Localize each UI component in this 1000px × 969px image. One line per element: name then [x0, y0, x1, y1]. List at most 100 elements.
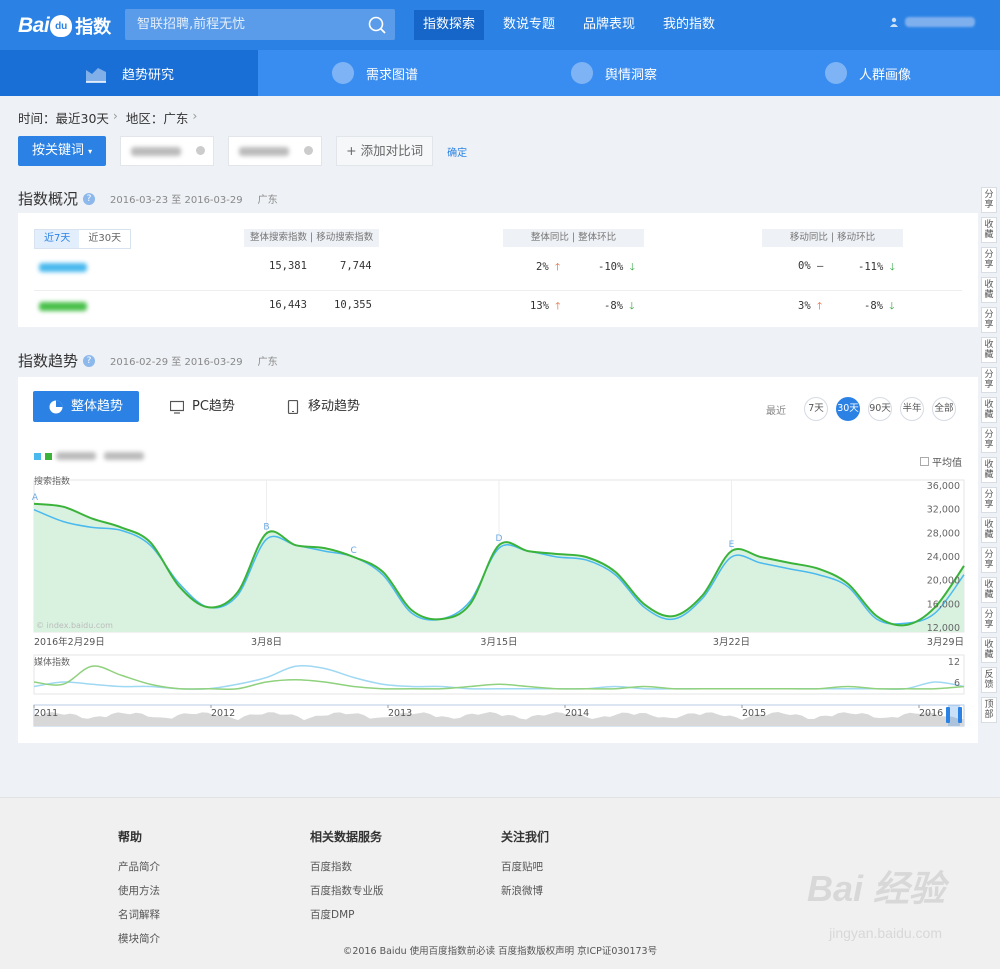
- nav-brand-performance[interactable]: 品牌表现: [574, 10, 644, 40]
- x-tick-label: 3月22日: [713, 637, 750, 648]
- y-tick-label: 20,000: [927, 576, 960, 587]
- mobile-yoy-1: 0% —: [798, 260, 823, 272]
- side-tool-分享[interactable]: 分 享: [981, 187, 997, 213]
- tab-audience-profile[interactable]: 人群画像: [736, 50, 1000, 96]
- range-7-days[interactable]: 7天: [804, 397, 828, 421]
- pc-trend-button[interactable]: PC趋势: [170, 391, 235, 422]
- side-tool-收藏[interactable]: 收 藏: [981, 337, 997, 363]
- side-tool-分享[interactable]: 分 享: [981, 487, 997, 513]
- mobile-mom-1: -11% 🡓: [858, 260, 895, 277]
- trend-chart-icon: [85, 68, 106, 83]
- side-tool-分享[interactable]: 分 享: [981, 367, 997, 393]
- help-icon[interactable]: ?: [83, 192, 96, 205]
- x-tick-label: 2016年2月29日: [34, 636, 105, 648]
- keyword-box-1[interactable]: [120, 136, 215, 166]
- time-filter[interactable]: 时间：最近30天: [18, 108, 109, 127]
- range-90-days[interactable]: 90天: [868, 397, 892, 421]
- jingyan-watermark: Bai 经验: [806, 868, 945, 909]
- mobile-trend-button[interactable]: 移动趋势: [286, 391, 360, 422]
- baidu-index-logo[interactable]: Bai du 指数: [18, 12, 111, 40]
- footer-link[interactable]: 使用方法: [118, 883, 160, 898]
- nav-my-index[interactable]: 我的指数: [654, 10, 724, 40]
- nav-index-explore[interactable]: 指数探索: [414, 10, 485, 40]
- keyword-mode-button[interactable]: 按关键词 ▾: [18, 136, 107, 166]
- mobile-yoy-2: 3% 🡑: [798, 299, 822, 316]
- footer-link[interactable]: 名词解释: [118, 907, 160, 922]
- tab-sentiment-insight[interactable]: 舆情洞察: [492, 50, 736, 96]
- y-tick-label: 16,000: [927, 599, 960, 610]
- side-tool-分享[interactable]: 分 享: [981, 547, 997, 573]
- overall-trend-button[interactable]: 整体趋势: [33, 391, 140, 422]
- x-tick-label: 3月8日: [251, 637, 282, 648]
- side-tool-收藏[interactable]: 收 藏: [981, 637, 997, 663]
- trend-chart[interactable]: 36,000 32,000 28,000 24,000 20,000 16,000 12,0…: [18, 472, 978, 742]
- chevron-right-icon: ›: [192, 108, 198, 123]
- footer-link[interactable]: 产品简介: [118, 859, 160, 874]
- range-half-year[interactable]: 半年: [900, 397, 924, 421]
- search-icon[interactable]: [367, 15, 387, 35]
- timeline-year-label: 2012: [211, 708, 235, 719]
- average-toggle[interactable]: 平均值: [920, 454, 962, 469]
- keyword-2-blurred: [239, 147, 290, 156]
- arrow-up-icon: 🡑: [554, 262, 561, 273]
- logo-text: Bai: [18, 14, 50, 37]
- keyword-row: 按关键词 ▾ + 添加对比词 确定: [18, 136, 467, 166]
- overview-header: 指数概况 ? 2016-03-23 至 2016-03-29 广东: [18, 188, 278, 209]
- footer-col-title: 帮助: [118, 830, 143, 844]
- legend-swatch-b: [45, 452, 52, 460]
- footer-link[interactable]: 百度贴吧: [501, 859, 549, 874]
- side-tool-分享[interactable]: 分 享: [981, 307, 997, 333]
- mobile-mom-2-value: -8%: [864, 300, 883, 312]
- side-tool-顶部[interactable]: 顶 部: [981, 697, 997, 723]
- trend-header: 指数趋势 ? 2016-02-29 至 2016-03-29 广东: [18, 350, 278, 371]
- tab-trend-research[interactable]: 趋势研究: [0, 50, 258, 96]
- range-all[interactable]: 全部: [932, 397, 956, 421]
- side-tool-收藏[interactable]: 收 藏: [981, 457, 997, 483]
- keyword-2-name-blurred: [39, 302, 87, 311]
- confirm-link[interactable]: 确定: [447, 144, 467, 159]
- footer-link[interactable]: 百度指数专业版: [310, 883, 384, 898]
- average-checkbox[interactable]: [920, 457, 929, 466]
- audience-people-icon: [824, 62, 847, 84]
- arrow-down-icon: 🡓: [629, 262, 635, 273]
- side-tool-收藏[interactable]: 收 藏: [981, 217, 997, 243]
- footer-link[interactable]: 百度指数: [310, 859, 384, 874]
- footer-link[interactable]: 新浪微博: [501, 883, 549, 898]
- tab-demand-map[interactable]: 需求图谱: [258, 50, 492, 96]
- side-tool-收藏[interactable]: 收 藏: [981, 517, 997, 543]
- pie-chart-icon: [49, 400, 63, 413]
- side-tool-收藏[interactable]: 收 藏: [981, 577, 997, 603]
- annotation-marker: E: [729, 540, 735, 550]
- tab-7-days[interactable]: 近7天: [35, 230, 80, 248]
- help-icon[interactable]: ?: [83, 354, 96, 367]
- tab-30-days[interactable]: 近30天: [79, 230, 130, 248]
- search-input[interactable]: [125, 9, 355, 40]
- footer-link[interactable]: 百度DMP: [310, 907, 384, 922]
- timeline-year-label: 2016: [919, 708, 943, 719]
- annotation-marker: C: [351, 546, 357, 556]
- side-tool-分享[interactable]: 分 享: [981, 427, 997, 453]
- top-bar: Bai du 指数 指数探索 数说专题 品牌表现 我的指数: [0, 0, 1000, 50]
- nav-data-topics[interactable]: 数说专题: [494, 10, 564, 40]
- y-tick-label: 36,000: [927, 481, 960, 492]
- arrow-down-icon: 🡓: [889, 262, 895, 273]
- average-label: 平均值: [932, 458, 962, 469]
- remove-keyword-icon[interactable]: [304, 146, 314, 155]
- region-filter[interactable]: 地区：广东: [126, 108, 189, 127]
- search-box: [125, 9, 395, 40]
- side-tool-收藏[interactable]: 收 藏: [981, 397, 997, 423]
- side-tool-分享[interactable]: 分 享: [981, 607, 997, 633]
- user-menu[interactable]: [889, 17, 975, 27]
- remove-keyword-icon[interactable]: [196, 146, 206, 155]
- caret-down-icon: ▾: [88, 147, 93, 156]
- add-compare-button[interactable]: + 添加对比词: [336, 136, 434, 166]
- tab-sentiment-insight-label: 舆情洞察: [604, 67, 657, 83]
- side-tool-分享[interactable]: 分 享: [981, 247, 997, 273]
- footer-col-title: 相关数据服务: [310, 830, 383, 844]
- side-tool-反馈[interactable]: 反 馈: [981, 667, 997, 693]
- range-30-days[interactable]: 30天: [836, 397, 860, 421]
- side-tool-收藏[interactable]: 收 藏: [981, 277, 997, 303]
- total-index-2: 16,443: [269, 299, 307, 311]
- username-blurred: [905, 17, 975, 27]
- keyword-box-2[interactable]: [228, 136, 323, 166]
